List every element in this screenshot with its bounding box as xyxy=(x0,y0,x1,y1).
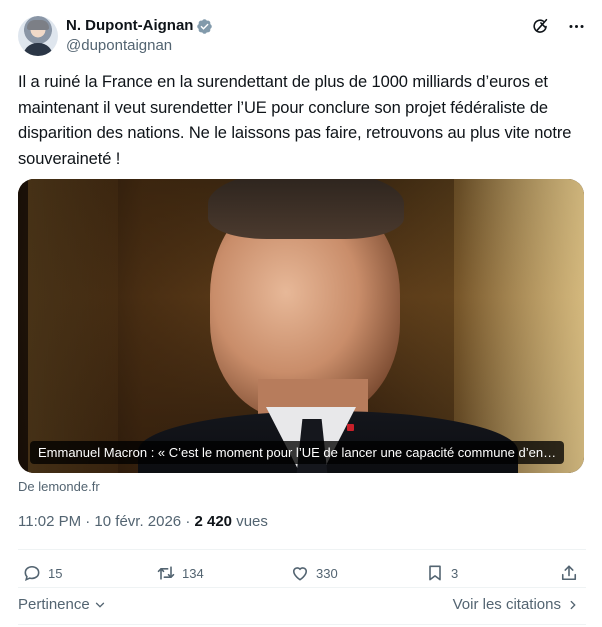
chevron-down-icon xyxy=(95,602,104,608)
author-block: N. Dupont-Aignan @dupontaignan xyxy=(66,16,213,56)
share-icon xyxy=(561,565,577,581)
author-name-row[interactable]: N. Dupont-Aignan xyxy=(66,16,213,36)
link-card[interactable]: Emmanuel Macron : « C’est le moment pour… xyxy=(18,179,584,473)
reply-controls: Pertinence Voir les citations xyxy=(18,596,580,616)
chevron-right-icon xyxy=(570,600,576,609)
tweet-text: Il a ruiné la France en la surendettant … xyxy=(18,73,572,168)
tweet: N. Dupont-Aignan @dupontaignan Il a ruin… xyxy=(0,0,602,627)
repost-icon xyxy=(157,566,175,580)
header-actions xyxy=(530,16,586,36)
lapel-pin xyxy=(347,424,354,431)
like-button[interactable]: 330 xyxy=(290,563,338,583)
author-display-name[interactable]: N. Dupont-Aignan xyxy=(66,16,193,36)
heart-icon xyxy=(292,567,308,581)
reply-icon xyxy=(24,565,40,582)
bookmark-icon xyxy=(429,565,441,581)
relevance-label: Pertinence xyxy=(18,596,90,613)
divider xyxy=(18,549,586,550)
tweet-meta: 11:02 PM · 10 févr. 2026 · 2 420 vues xyxy=(18,513,268,530)
divider xyxy=(18,587,586,588)
tweet-timestamp[interactable]: 11:02 PM · 10 févr. 2026 · xyxy=(18,513,194,530)
more-icon[interactable] xyxy=(566,16,586,36)
quotes-label: Voir les citations xyxy=(452,596,561,613)
divider xyxy=(18,624,586,625)
bookmark-count: 3 xyxy=(451,565,459,581)
card-caption[interactable]: Emmanuel Macron : « C’est le moment pour… xyxy=(30,441,565,464)
views-label: vues xyxy=(232,513,268,530)
verified-badge-icon[interactable] xyxy=(196,18,213,35)
reply-button[interactable]: 15 xyxy=(22,563,62,583)
repost-count: 134 xyxy=(182,565,204,581)
like-count: 330 xyxy=(316,565,338,581)
reply-count: 15 xyxy=(48,565,63,581)
action-bar: 15 134 330 3 xyxy=(18,563,582,587)
share-button[interactable] xyxy=(559,563,579,583)
grok-icon[interactable] xyxy=(530,16,550,36)
bookmark-button[interactable]: 3 xyxy=(425,563,458,583)
tweet-header: N. Dupont-Aignan @dupontaignan xyxy=(18,14,586,58)
views-count: 2 420 xyxy=(194,513,233,530)
repost-button[interactable]: 134 xyxy=(156,563,204,583)
card-source[interactable]: De lemonde.fr xyxy=(18,479,100,494)
author-handle[interactable]: @dupontaignan xyxy=(66,36,213,56)
avatar[interactable] xyxy=(18,16,58,56)
view-quotes-link[interactable]: Voir les citations xyxy=(453,596,580,613)
relevance-sort-dropdown[interactable]: Pertinence xyxy=(18,596,107,613)
